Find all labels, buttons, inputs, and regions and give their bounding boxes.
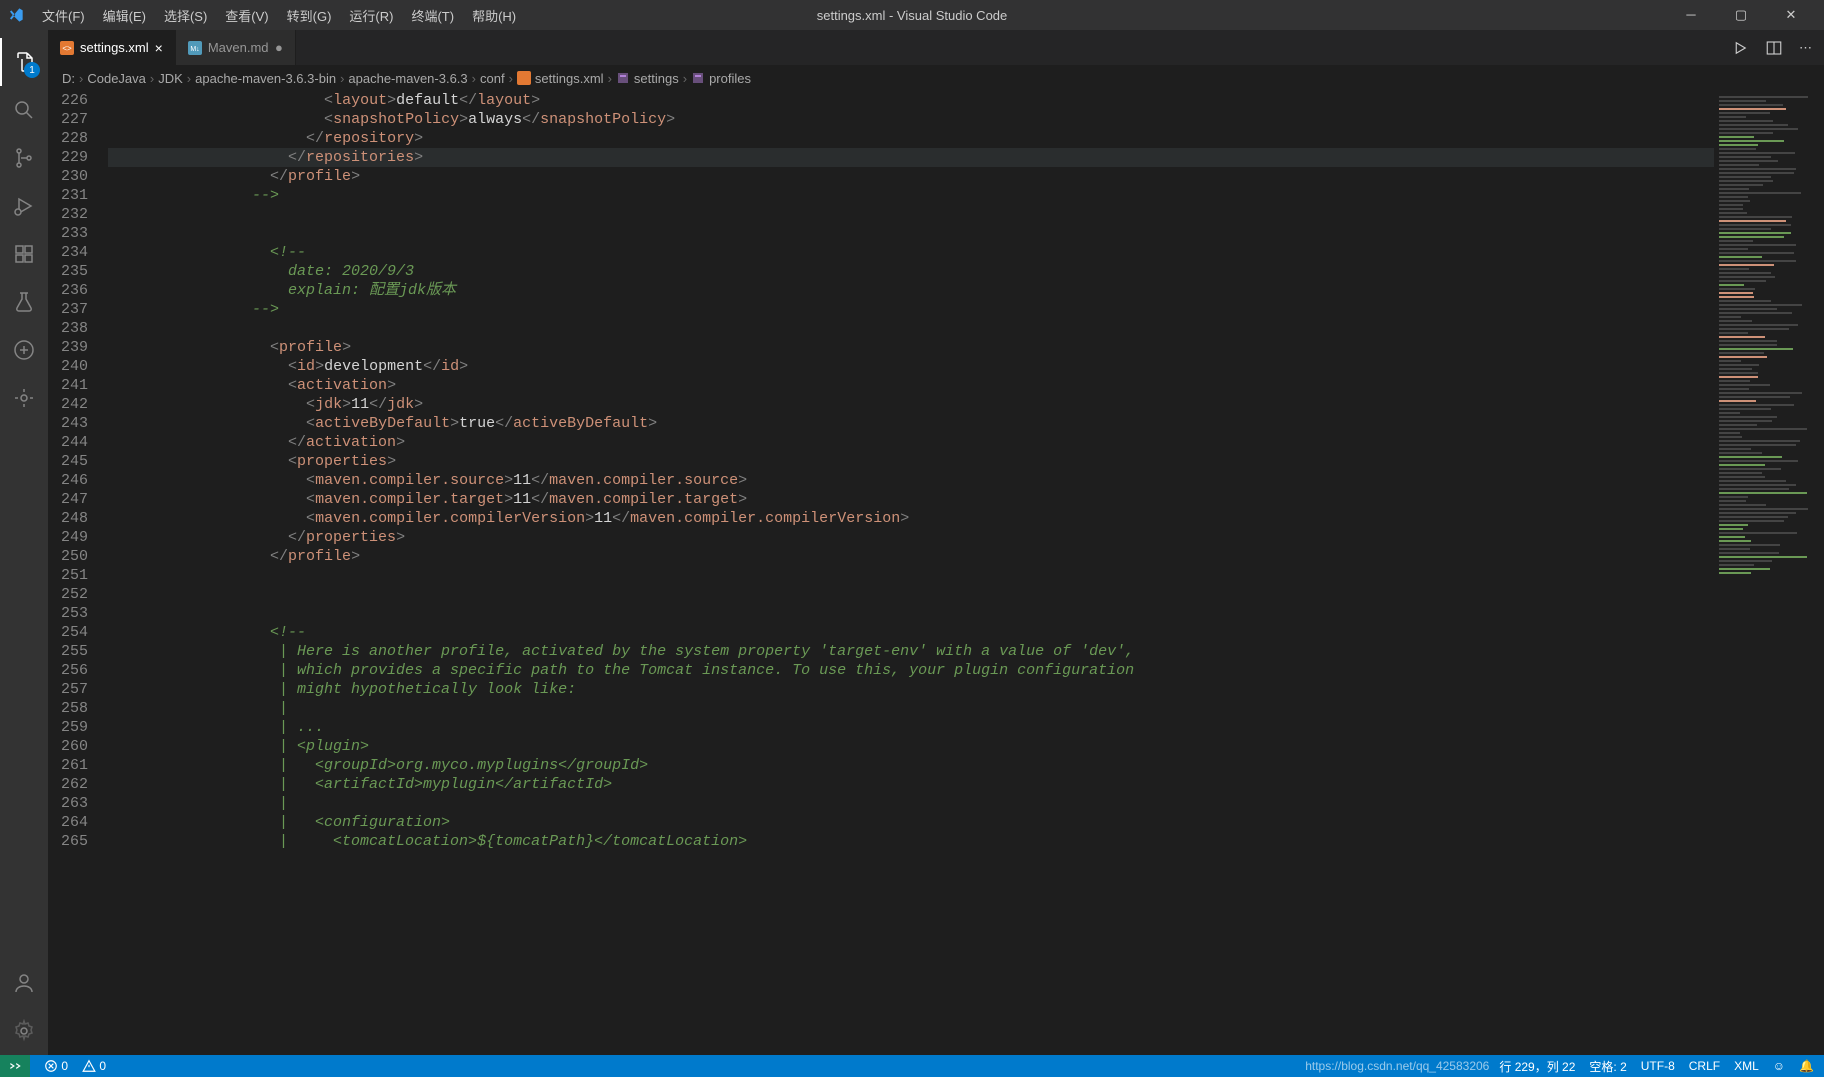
activity-bar: 1	[0, 30, 48, 1055]
run-icon[interactable]	[1731, 39, 1749, 57]
tab-close-icon[interactable]: ×	[155, 40, 163, 56]
status-bell-icon[interactable]: 🔔	[1799, 1059, 1814, 1073]
status-warnings[interactable]: 0	[82, 1059, 106, 1074]
tab-settings-xml[interactable]: <> settings.xml ×	[48, 30, 176, 65]
crumb[interactable]: apache-maven-3.6.3-bin	[195, 71, 336, 86]
source-control-icon[interactable]	[0, 134, 48, 182]
menu-edit[interactable]: 编辑(E)	[95, 2, 154, 29]
menu-terminal[interactable]: 终端(T)	[403, 2, 462, 29]
accounts-icon[interactable]	[0, 959, 48, 1007]
menu-help[interactable]: 帮助(H)	[464, 2, 524, 29]
more-actions-icon[interactable]: ⋯	[1799, 40, 1812, 56]
status-encoding[interactable]: UTF-8	[1641, 1059, 1675, 1073]
status-errors[interactable]: 0	[44, 1059, 68, 1074]
extensions-icon[interactable]	[0, 230, 48, 278]
split-editor-icon[interactable]	[1765, 39, 1783, 57]
code-content[interactable]: <layout>default</layout> <snapshotPolicy…	[108, 91, 1714, 1055]
svg-text:<>: <>	[62, 44, 72, 53]
testing-icon[interactable]	[0, 278, 48, 326]
editor-tabs: <> settings.xml × M↓ Maven.md ● ⋯	[48, 30, 1824, 65]
crumb[interactable]: settings.xml	[517, 71, 604, 86]
minimap[interactable]	[1714, 91, 1824, 1055]
markdown-icon: M↓	[188, 41, 202, 55]
remote-icon[interactable]	[0, 1055, 30, 1077]
crumb[interactable]: profiles	[691, 71, 751, 86]
menu-file[interactable]: 文件(F)	[34, 2, 93, 29]
status-eol[interactable]: CRLF	[1689, 1059, 1720, 1073]
status-lang[interactable]: XML	[1734, 1059, 1759, 1073]
crumb[interactable]: conf	[480, 71, 505, 86]
window-title: settings.xml - Visual Studio Code	[817, 8, 1008, 23]
menu-run[interactable]: 运行(R)	[341, 2, 401, 29]
explorer-badge: 1	[24, 62, 40, 78]
vscode-logo-icon	[8, 7, 24, 23]
menu-selection[interactable]: 选择(S)	[156, 2, 215, 29]
search-icon[interactable]	[0, 86, 48, 134]
explorer-icon[interactable]: 1	[0, 38, 48, 86]
crumb[interactable]: CodeJava	[87, 71, 146, 86]
gitlens-icon[interactable]	[0, 374, 48, 422]
settings-gear-icon[interactable]	[0, 1007, 48, 1055]
crumb[interactable]: settings	[616, 71, 679, 86]
crumb[interactable]: apache-maven-3.6.3	[348, 71, 467, 86]
window-controls: ─ ▢ ✕	[1676, 7, 1816, 23]
status-spaces[interactable]: 空格: 2	[1589, 1058, 1626, 1075]
close-icon[interactable]: ✕	[1776, 7, 1806, 23]
crumb[interactable]: JDK	[158, 71, 183, 86]
tab-label: settings.xml	[80, 40, 149, 55]
menu-goto[interactable]: 转到(G)	[279, 2, 340, 29]
minimize-icon[interactable]: ─	[1676, 7, 1706, 23]
editor[interactable]: 2262272282292302312322332342352362372382…	[48, 91, 1824, 1055]
svg-text:M↓: M↓	[190, 46, 199, 53]
bookmarks-icon[interactable]	[0, 326, 48, 374]
maximize-icon[interactable]: ▢	[1726, 7, 1756, 23]
breadcrumbs: D:› CodeJava› JDK› apache-maven-3.6.3-bi…	[48, 65, 1824, 91]
menu-bar: 文件(F) 编辑(E) 选择(S) 查看(V) 转到(G) 运行(R) 终端(T…	[34, 2, 524, 29]
tab-maven-md[interactable]: M↓ Maven.md ●	[176, 30, 296, 65]
status-cursor[interactable]: 行 229，列 22	[1499, 1058, 1575, 1075]
run-debug-icon[interactable]	[0, 182, 48, 230]
line-gutter: 2262272282292302312322332342352362372382…	[48, 91, 108, 1055]
status-feedback-icon[interactable]: ☺	[1773, 1059, 1785, 1073]
titlebar: 文件(F) 编辑(E) 选择(S) 查看(V) 转到(G) 运行(R) 终端(T…	[0, 0, 1824, 30]
crumb[interactable]: D:	[62, 71, 75, 86]
menu-view[interactable]: 查看(V)	[217, 2, 276, 29]
watermark-text: https://blog.csdn.net/qq_42583206	[1305, 1059, 1489, 1073]
tab-dirty-icon: ●	[275, 40, 283, 55]
tab-label: Maven.md	[208, 40, 269, 55]
xml-icon: <>	[60, 41, 74, 55]
status-bar: 0 0 https://blog.csdn.net/qq_42583206 行 …	[0, 1055, 1824, 1077]
